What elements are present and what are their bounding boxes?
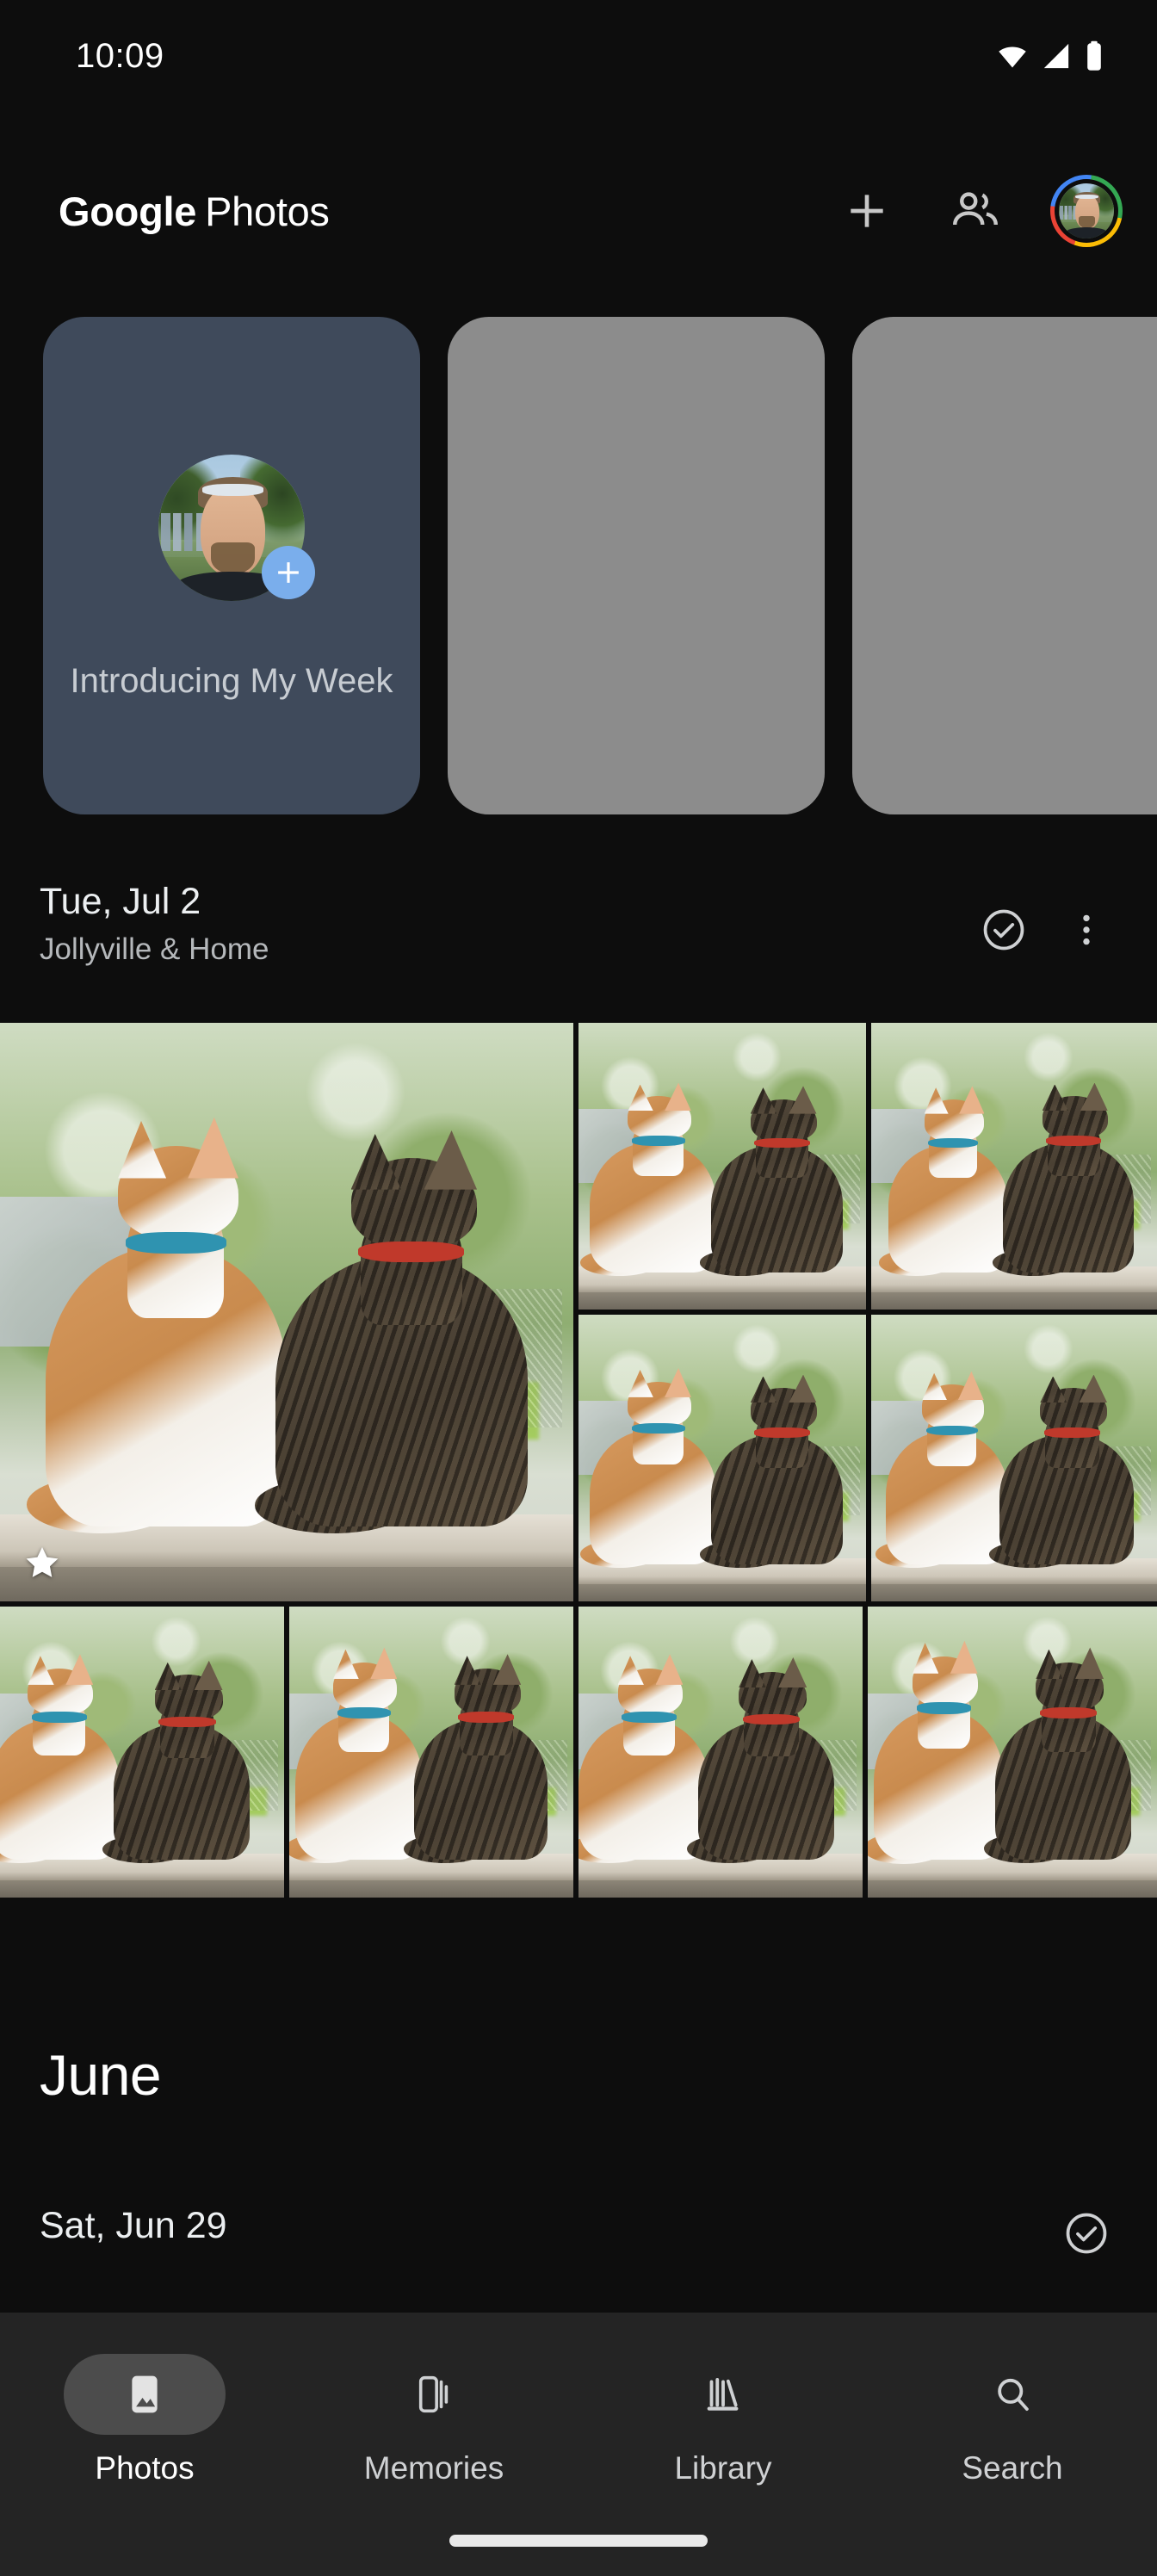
status-bar: 10:09 (0, 0, 1157, 112)
photo-tile-3[interactable] (871, 1023, 1157, 1310)
more-vertical-icon (1083, 914, 1090, 945)
nav-item-photos[interactable]: Photos (0, 2354, 289, 2486)
appbar-actions (833, 175, 1123, 247)
search-icon (998, 2378, 1029, 2412)
photo-grid-jul-2 (0, 1023, 1157, 1898)
photo-thumbnail (578, 1023, 866, 1310)
status-icons (997, 40, 1104, 71)
check-circle-icon (983, 909, 1024, 951)
google-photos-screen: 10:09 Google Photos Introducing My Week … (0, 0, 1157, 2576)
section-actions (971, 897, 1119, 963)
photo-thumbnail (0, 1023, 573, 1601)
select-all-button[interactable] (971, 897, 1036, 963)
check-circle-icon (1066, 2213, 1107, 2254)
nav-label-memories: Memories (363, 2450, 504, 2486)
photo-thumbnail (871, 1315, 1157, 1601)
add-memory-badge-button[interactable] (262, 546, 315, 599)
plus-icon (851, 195, 883, 227)
nav-search-pill (931, 2354, 1093, 2435)
memory-card-title: Introducing My Week (70, 662, 393, 700)
photo-tile-5[interactable] (871, 1315, 1157, 1601)
home-indicator[interactable] (449, 2535, 708, 2547)
nav-photos-pill (64, 2354, 226, 2435)
section-actions (1054, 2201, 1119, 2266)
photo-thumbnail (289, 1607, 573, 1898)
photo-tile-1[interactable] (0, 1023, 573, 1601)
memories-carousel[interactable]: Introducing My Week (0, 317, 1157, 814)
photo-thumbnail (0, 1607, 284, 1898)
brand-photos: Photos (205, 188, 330, 234)
section-header-jun-29: Sat, Jun 29 (0, 2202, 1157, 2266)
section-date: Tue, Jul 2 (40, 881, 201, 922)
photo-thumbnail (868, 1607, 1157, 1898)
memory-avatar-wrap (158, 455, 315, 601)
nav-item-search[interactable]: Search (868, 2354, 1157, 2486)
month-header: June (40, 2043, 162, 2107)
app-header: Google Photos (0, 157, 1157, 265)
section-location: Jollyville & Home (40, 932, 269, 966)
section-overflow-button[interactable] (1054, 897, 1119, 963)
page-title: Google Photos (59, 188, 330, 235)
wifi-icon (999, 46, 1026, 68)
select-all-button[interactable] (1054, 2201, 1119, 2266)
memory-card-introducing-my-week[interactable]: Introducing My Week (43, 317, 420, 814)
sharing-button[interactable] (942, 177, 1009, 245)
nav-item-memories[interactable]: Memories (289, 2354, 578, 2486)
section-header-texts: Tue, Jul 2 Jollyville & Home (40, 878, 971, 969)
avatar-photo (1059, 183, 1114, 238)
brand-google: Google (59, 188, 197, 234)
status-time: 10:09 (76, 36, 164, 75)
sharing-people-icon (953, 192, 998, 226)
plus-icon (278, 562, 299, 583)
avatar (1059, 183, 1114, 238)
photo-thumbnail (578, 1315, 866, 1601)
battery-icon (1087, 40, 1101, 71)
library-books-icon (707, 2377, 739, 2411)
star-icon (26, 1546, 59, 1577)
nav-label-photos: Photos (95, 2450, 195, 2486)
photo-tile-7[interactable] (289, 1607, 573, 1898)
nav-label-search: Search (962, 2450, 1063, 2486)
nav-item-library[interactable]: Library (578, 2354, 868, 2486)
section-date: Sat, Jun 29 (40, 2205, 227, 2246)
photo-thumbnail (871, 1023, 1157, 1310)
photo-thumbnail (578, 1607, 863, 1898)
photo-tile-9[interactable] (868, 1607, 1157, 1898)
section-header-jul-2: Tue, Jul 2 Jollyville & Home (0, 878, 1157, 969)
add-button[interactable] (833, 177, 900, 245)
photo-tile-4[interactable] (578, 1315, 866, 1601)
photo-tile-8[interactable] (578, 1607, 863, 1898)
photo-image-icon (132, 2375, 158, 2413)
photo-tile-6[interactable] (0, 1607, 284, 1898)
photo-tile-2[interactable] (578, 1023, 866, 1310)
memory-card-placeholder-2[interactable] (852, 317, 1157, 814)
memories-cards-icon (418, 2375, 449, 2413)
nav-memories-pill (353, 2354, 515, 2435)
nav-library-pill (642, 2354, 804, 2435)
account-avatar-button[interactable] (1050, 175, 1123, 247)
cellular-signal-icon (1043, 43, 1069, 69)
bottom-navigation: Photos Memories Library Search (0, 2313, 1157, 2576)
nav-label-library: Library (674, 2450, 772, 2486)
section-header-texts: Sat, Jun 29 (40, 2202, 1054, 2249)
memory-card-placeholder-1[interactable] (448, 317, 825, 814)
